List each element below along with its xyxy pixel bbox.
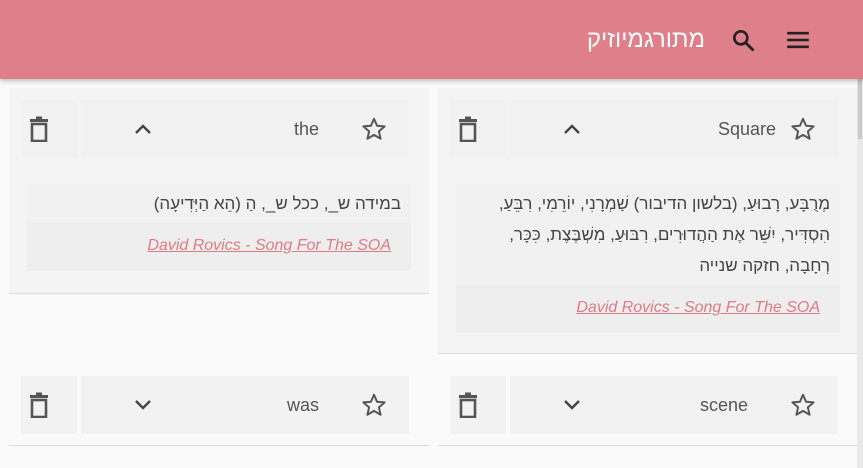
card-header[interactable]: scene xyxy=(438,364,858,434)
app-title: מתורגמיוזיק xyxy=(586,26,705,53)
card-source-link[interactable]: David Rovics - Song For The SOA xyxy=(456,285,840,333)
menu-button[interactable] xyxy=(784,26,812,54)
expand-button[interactable] xyxy=(131,392,155,418)
card-translation: מְרֻבָּע, רָבוּעַ, (בלשון הדיבור) שַׁמְר… xyxy=(498,194,830,275)
card-translation: במידה ש_, ככל ש_, הַ (הֵא הַיְּדִיעָה) xyxy=(153,194,401,213)
hamburger-menu-icon xyxy=(787,31,809,49)
card-header[interactable]: the xyxy=(9,88,429,158)
card-header[interactable]: was xyxy=(9,364,429,434)
scrollbar-thumb[interactable] xyxy=(858,79,862,139)
trash-icon xyxy=(459,392,477,418)
search-button[interactable] xyxy=(729,26,757,54)
chevron-up-icon xyxy=(135,124,151,134)
delete-button[interactable] xyxy=(25,114,53,144)
card-word: was xyxy=(286,395,319,415)
star-outline-icon xyxy=(791,117,815,140)
scrollbar[interactable] xyxy=(857,79,863,468)
favorite-button[interactable] xyxy=(360,391,388,419)
collapse-button[interactable] xyxy=(560,116,584,142)
trash-icon xyxy=(30,116,48,142)
card-word: scene xyxy=(699,395,748,415)
collapse-button[interactable] xyxy=(131,116,155,142)
word-card-the: the במידה ש_, ככל ש_, הַ (הֵא הַיְּדִיעָ… xyxy=(9,88,429,294)
star-outline-icon xyxy=(791,393,815,416)
chevron-up-icon xyxy=(564,124,580,134)
card-body: מְרֻבָּע, רָבוּעַ, (בלשון הדיבור) שַׁמְר… xyxy=(456,184,840,333)
favorite-button[interactable] xyxy=(360,115,388,143)
favorite-button[interactable] xyxy=(789,391,817,419)
star-outline-icon xyxy=(362,117,386,140)
delete-button[interactable] xyxy=(454,114,482,144)
delete-button[interactable] xyxy=(25,390,53,420)
card-word: Square xyxy=(717,119,776,139)
favorite-button[interactable] xyxy=(789,115,817,143)
word-card-was: was xyxy=(9,364,429,446)
app-bar: מתורגמיוזיק xyxy=(0,0,863,79)
trash-icon xyxy=(459,116,477,142)
card-header[interactable]: Square xyxy=(438,88,858,158)
chevron-down-icon xyxy=(135,400,151,410)
search-icon xyxy=(733,30,755,52)
chevron-down-icon xyxy=(564,400,580,410)
trash-icon xyxy=(30,392,48,418)
card-word: the xyxy=(293,119,319,139)
card-source-link[interactable]: David Rovics - Song For The SOA xyxy=(27,223,411,271)
word-card-square: Square מְרֻבָּע, רָבוּעַ, (בלשון הדיבור)… xyxy=(438,88,858,354)
expand-button[interactable] xyxy=(560,392,584,418)
card-body: במידה ש_, ככל ש_, הַ (הֵא הַיְּדִיעָה) D… xyxy=(27,184,411,271)
delete-button[interactable] xyxy=(454,390,482,420)
star-outline-icon xyxy=(362,393,386,416)
word-card-scene: scene xyxy=(438,364,858,446)
